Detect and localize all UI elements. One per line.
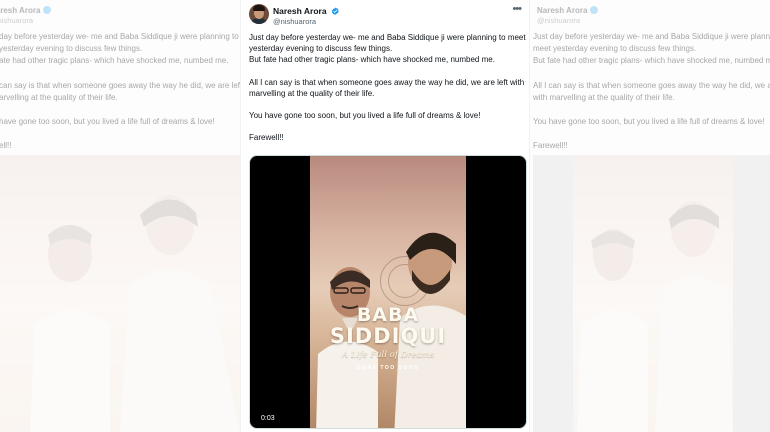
tweet-paragraph: Farewell!! xyxy=(249,133,284,143)
faded-tweet-left: Naresh Arora @nishuarora day before yest… xyxy=(0,0,240,432)
ghost-line: ell!! xyxy=(0,141,12,151)
video-poster[interactable]: BABA SIDDIQUI A Life Full of Dreams GONE… xyxy=(310,156,466,428)
ghost-video-poster xyxy=(0,155,240,432)
more-horizontal-icon[interactable]: ••• xyxy=(512,4,522,15)
avatar[interactable] xyxy=(249,4,269,24)
poster-subtitle: A Life Full of Dreams xyxy=(342,350,434,360)
tweet-text: Just day before yesterday we- me and Bab… xyxy=(249,32,527,154)
ghost-line: can say is that when someone goes away t… xyxy=(0,80,240,102)
video-timestamp: 0:03 xyxy=(258,414,278,423)
ghost-portrait-figures xyxy=(30,195,240,432)
verified-badge-icon xyxy=(590,6,599,14)
ghost-author-name: Naresh Arora xyxy=(537,6,599,15)
tweet-paragraph: All I can say is that when someone goes … xyxy=(249,77,525,98)
poster-title: SIDDIQUI xyxy=(329,324,447,348)
ghost-line: You have gone too soon, but you lived a … xyxy=(533,117,765,127)
ghost-line: day before yesterday we- me and Baba Sid… xyxy=(0,32,239,66)
poster-tagline: GONE TOO SOON xyxy=(356,365,420,371)
ghost-tweet-text: Just day before yesterday we- me and Bab… xyxy=(533,31,770,164)
verified-badge-icon xyxy=(331,7,339,15)
ghost-line: have gone too soon, but you lived a life… xyxy=(0,117,215,127)
tweet-paragraph: You have gone too soon, but you lived a … xyxy=(249,111,481,121)
ghost-author-handle: @nishuarora xyxy=(0,16,34,25)
tweet-header: Naresh Arora @nishuarora ••• xyxy=(249,4,522,28)
video-player[interactable]: BABA SIDDIQUI A Life Full of Dreams GONE… xyxy=(249,155,527,429)
poster-title: BABA xyxy=(356,304,420,326)
tweet-paragraph: Just day before yesterday we- me and Bab… xyxy=(249,33,526,65)
ghost-line: Just day before yesterday we- me and Bab… xyxy=(533,32,770,66)
ghost-tweet-text: day before yesterday we- me and Baba Sid… xyxy=(0,31,240,164)
ghost-author-handle: @nishuarora xyxy=(537,16,581,25)
ghost-video-poster xyxy=(533,155,770,432)
faded-tweet-right: Naresh Arora @nishuarora Just day before… xyxy=(530,0,770,432)
verified-badge-icon xyxy=(43,6,52,14)
tweet-card[interactable]: Naresh Arora @nishuarora ••• Just day be… xyxy=(240,0,530,432)
author-name[interactable]: Naresh Arora xyxy=(273,6,339,16)
ghost-line: All I can say is that when someone goes … xyxy=(533,80,770,102)
author-handle[interactable]: @nishuarora xyxy=(273,17,316,26)
author-name-label[interactable]: Naresh Arora xyxy=(273,6,327,16)
ghost-author-name: Naresh Arora xyxy=(0,6,52,15)
ghost-portrait-figures xyxy=(577,201,733,432)
ghost-line: Farewell!! xyxy=(533,141,568,151)
